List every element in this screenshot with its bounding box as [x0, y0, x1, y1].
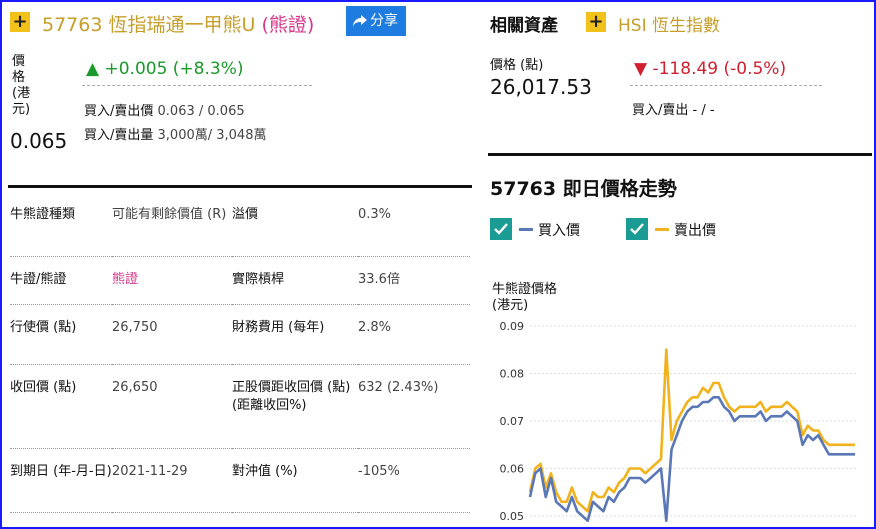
bid-ask-volume-value: 3,000萬/ 3,048萬 [157, 128, 267, 143]
spec-value: 26,650 [112, 379, 158, 395]
spec-key: 到期日 (年-月-日) [10, 463, 112, 479]
spec-value: 2021-11-29 [112, 463, 188, 479]
warrant-title: 57763 恆指瑞通一甲熊U (熊證) [42, 10, 314, 37]
spec-key: 溢價 [232, 207, 259, 222]
related-price-label: 價格 (點) [490, 58, 544, 73]
table-row: 牛熊證種類 可能有剩餘價值 (R) 溢價 0.3% [10, 192, 470, 256]
y-tick-label: 0.06 [500, 463, 525, 476]
ask-legend-swatch [655, 228, 669, 231]
ask-legend-label: 賣出價 [674, 223, 716, 239]
bid-ask-volume-row: 買入/賣出量 3,000萬/ 3,048萬 [84, 124, 266, 143]
spec-key: 牛證/熊證 [10, 271, 67, 287]
spec-key: 牛熊證種類 [10, 207, 76, 222]
divider [630, 85, 822, 86]
bid-ask-price-value: 0.063 / 0.065 [157, 104, 245, 119]
check-icon [494, 223, 508, 235]
bid-ask-price-label: 買入/賣出價 [84, 104, 154, 119]
related-price: 26,017.53 [490, 75, 592, 99]
ask-checkbox[interactable] [626, 218, 648, 240]
price-label: 價 格 (港 元) [12, 54, 30, 118]
share-label: 分享 [370, 13, 398, 29]
spec-key: 財務費用 (每年) [232, 319, 325, 335]
divider [82, 85, 312, 86]
related-change: ▼ -118.49 (-0.5%) [634, 59, 786, 79]
spec-value: -105% [358, 463, 400, 479]
related-asset-name[interactable]: HSI 恆生指數 [618, 11, 720, 36]
spec-value: 0.3% [358, 207, 392, 222]
price-label-line: 元) [12, 102, 31, 117]
warrant-change-value: +0.005 (+8.3%) [104, 59, 244, 79]
y-tick-label: 0.08 [500, 368, 525, 381]
spec-value: 26,750 [112, 319, 158, 335]
spec-key: 對沖值 (%) [232, 463, 298, 479]
section-divider [488, 153, 872, 156]
spec-value: 33.6倍 [358, 271, 400, 287]
up-triangle-icon: ▲ [86, 59, 100, 79]
spec-key: 實際槓桿 [232, 271, 285, 287]
spec-key: 行使價 (點) [10, 319, 77, 335]
related-asset-label: 相關資產 [490, 16, 558, 36]
bid-legend-label: 買入價 [538, 223, 580, 239]
add-related-plus-icon[interactable]: + [586, 12, 606, 32]
bid-ask-price-row: 買入/賣出價 0.063 / 0.065 [84, 100, 245, 119]
check-icon [630, 223, 644, 235]
add-to-watchlist-plus-icon[interactable]: + [10, 12, 30, 32]
spec-key: 正股價距收回價 (點) (距離收回%) [232, 379, 351, 413]
chart-section-title: 57763 即日價格走勢 [490, 178, 677, 200]
spec-value: 可能有剩餘價值 (R) [112, 207, 227, 222]
price-label-line: 格 [12, 70, 26, 85]
warrant-specs-table: 牛熊證種類 可能有剩餘價值 (R) 溢價 0.3% 牛證/熊證 熊證 實際槓桿 … [10, 192, 470, 513]
section-divider [8, 185, 472, 188]
price-label-line: (港 [12, 86, 31, 101]
table-row: 牛證/熊證 熊證 實際槓桿 33.6倍 [10, 256, 470, 304]
table-row: 到期日 (年-月-日) 2021-11-29 對沖值 (%) -105% [10, 448, 470, 512]
table-row: 行使價 (點) 26,750 財務費用 (每年) 2.8% [10, 304, 470, 364]
share-icon [353, 15, 367, 27]
down-triangle-icon: ▼ [634, 59, 648, 79]
y-tick-label: 0.07 [500, 415, 525, 428]
page-frame: + 57763 恆指瑞通一甲熊U (熊證) 分享 價 格 (港 元) 0.065… [0, 0, 876, 529]
related-change-value: -118.49 (-0.5%) [652, 59, 787, 79]
bid-legend-swatch [519, 228, 533, 231]
bid-checkbox[interactable] [490, 218, 512, 240]
warrant-type-tag: (熊證) [261, 14, 315, 36]
related-bid-ask: 買入/賣出 - / - [632, 103, 715, 118]
price-chart: 0.09 0.08 0.07 0.06 0.05 [500, 320, 858, 523]
chart-ylabel-unit: (港元) [492, 298, 529, 313]
warrant-price: 0.065 [10, 129, 68, 153]
y-tick-label: 0.05 [500, 510, 525, 523]
spec-value: 2.8% [358, 319, 392, 335]
spec-value: 熊證 [112, 271, 139, 287]
bid-ask-volume-label: 買入/賣出量 [84, 128, 154, 143]
price-label-line: 價 [12, 54, 26, 69]
y-tick-label: 0.09 [500, 320, 525, 333]
spec-key: 收回價 (點) [10, 379, 77, 395]
warrant-code-title: 57763 恆指瑞通一甲熊U [42, 14, 256, 36]
share-button[interactable]: 分享 [346, 6, 406, 36]
spec-value: 632 (2.43%) [358, 379, 439, 395]
table-row: 收回價 (點) 26,650 正股價距收回價 (點) (距離收回%) 632 (… [10, 364, 470, 448]
warrant-change: ▲ +0.005 (+8.3%) [86, 59, 244, 79]
